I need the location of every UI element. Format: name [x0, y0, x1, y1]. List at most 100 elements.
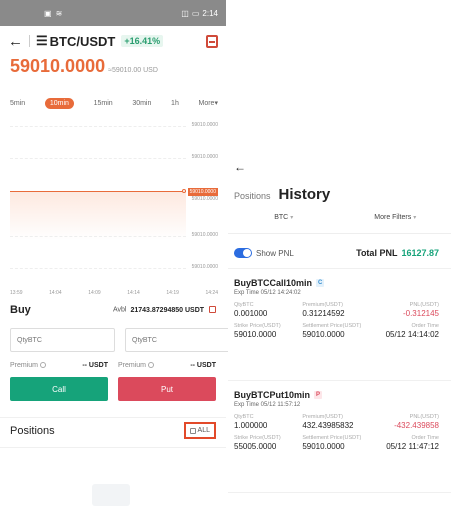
- info-icon[interactable]: [148, 362, 155, 369]
- more-filters[interactable]: More Filters ▾: [340, 214, 451, 233]
- price-chart[interactable]: 59010.0000 59010.0000 59010.0000 59010.0…: [0, 118, 226, 288]
- qty-value: 1.000000: [234, 421, 268, 430]
- contract-name: BuyBTCCall10min: [234, 278, 313, 288]
- strike-value: 55005.0000: [234, 442, 277, 451]
- history-tabs: Positions History: [234, 186, 330, 203]
- more-filters-label: More Filters: [374, 214, 412, 221]
- x-tick-label: 14:09: [88, 290, 101, 296]
- tab-10min[interactable]: 10min: [44, 97, 74, 109]
- put-qty-input[interactable]: [125, 328, 230, 352]
- settlement-label: Settlement Price(USDT): [302, 435, 362, 441]
- tab-30min[interactable]: 30min: [132, 100, 151, 107]
- status-time: 2:14: [202, 8, 218, 18]
- menu-icon: ☰: [36, 33, 48, 48]
- buy-row: Buy Avbl 21743.87294850 USDT: [0, 302, 226, 318]
- trade-screen: ▣ ≋ ◫ ▭ 2:14 ← ☰ BTC/USDT +16.41% 59010.…: [0, 0, 230, 506]
- back-arrow-icon[interactable]: ←: [8, 34, 23, 49]
- call-premium: Premium -- USDT: [10, 362, 114, 369]
- tab-more-label: More: [198, 100, 215, 107]
- avbl-value: 21743.87294850 USDT: [130, 306, 205, 314]
- call-qty-input[interactable]: [10, 328, 115, 352]
- premium-label: Premium: [118, 362, 147, 369]
- price-area-fill: [10, 192, 186, 240]
- checkbox-icon: [189, 427, 196, 434]
- premium-value: -- USDT: [190, 362, 216, 369]
- pair-selector[interactable]: ☰ BTC/USDT: [36, 33, 115, 49]
- transfer-icon[interactable]: [209, 306, 216, 314]
- available-balance: Avbl 21743.87294850 USDT: [112, 306, 216, 314]
- pnl-value: -432.439858: [394, 421, 439, 430]
- avbl-label: Avbl: [112, 306, 127, 314]
- change-badge: +16.41%: [121, 35, 164, 47]
- pnl-field: PNL(USDT) -432.439858: [371, 414, 439, 430]
- exp-time: Exp Time 05/12 14:24:02: [234, 290, 301, 296]
- divider: [228, 268, 451, 269]
- action-buttons: Call Put: [0, 377, 226, 401]
- chevron-down-icon: ▾: [214, 100, 218, 107]
- tab-more[interactable]: More▾: [199, 99, 218, 107]
- positions-empty-state: [0, 447, 226, 506]
- notification-icon: ▣: [44, 8, 52, 18]
- positions-header: Positions ALL: [0, 417, 226, 443]
- premium-label: Premium(USDT): [302, 302, 343, 308]
- divider: [29, 35, 30, 47]
- status-icons: ▣ ≋: [44, 9, 62, 18]
- pnl-label: PNL(USDT): [409, 414, 439, 420]
- y-tick-label: 59010.0000: [191, 196, 218, 202]
- wifi-icon: ≋: [55, 8, 63, 18]
- order-time-field: Order Time 05/12 11:47:12: [371, 435, 439, 451]
- gridline: [10, 158, 186, 159]
- order-history-icon[interactable]: [206, 34, 218, 48]
- y-tick-label: 59010.0000: [191, 122, 218, 128]
- pair-title: BTC/USDT: [49, 33, 116, 49]
- qty-label: QtyBTC: [234, 302, 254, 308]
- pnl-value: -0.312145: [402, 309, 439, 318]
- order-time-field: Order Time 05/12 14:14:02: [371, 323, 439, 339]
- all-label: ALL: [197, 427, 210, 434]
- strike-field: Strike Price(USDT) 59010.0000: [234, 323, 302, 339]
- qty-field: QtyBTC 0.001000: [234, 302, 302, 318]
- tab-positions[interactable]: Positions: [234, 191, 271, 201]
- history-card[interactable]: BuyBTCCall10min C Exp Time 05/12 14:24:0…: [234, 278, 439, 339]
- settlement-label: Settlement Price(USDT): [302, 323, 362, 329]
- tab-15min[interactable]: 15min: [94, 100, 113, 107]
- info-icon[interactable]: [40, 362, 47, 369]
- x-tick-label: 14:24: [205, 290, 218, 296]
- call-button[interactable]: Call: [10, 377, 108, 401]
- premium-label: Premium: [10, 362, 39, 369]
- settlement-field: Settlement Price(USDT) 59010.0000: [302, 435, 370, 451]
- x-axis: 13:59 14:04 14:09 14:14 14:19 14:24: [0, 290, 226, 296]
- caret-down-icon: ▾: [290, 215, 294, 221]
- back-arrow-icon[interactable]: ←: [234, 160, 246, 174]
- pnl-field: PNL(USDT) -0.312145: [371, 302, 439, 318]
- exp-time: Exp Time 05/12 11:57:12: [234, 402, 301, 408]
- history-card[interactable]: BuyBTCPut10min P Exp Time 05/12 11:57:12…: [234, 390, 439, 451]
- status-right: ◫ ▭ 2:14: [181, 9, 218, 18]
- all-button[interactable]: ALL: [183, 422, 216, 439]
- show-pnl-toggle[interactable]: [234, 248, 252, 258]
- card-title: BuyBTCCall10min C: [234, 278, 439, 288]
- caret-down-icon: ▾: [413, 215, 417, 221]
- strike-label: Strike Price(USDT): [234, 435, 281, 441]
- premium-value: 432.43985832: [302, 421, 354, 430]
- settlement-value: 59010.0000: [302, 442, 345, 451]
- tab-history[interactable]: History: [279, 186, 331, 203]
- put-button[interactable]: Put: [118, 377, 216, 401]
- history-screen: ← Positions History BTC ▾ More Filters ▾ S…: [228, 0, 451, 506]
- settlement-field: Settlement Price(USDT) 59010.0000: [302, 323, 370, 339]
- qty-value: 0.001000: [234, 309, 268, 318]
- gridline: [10, 126, 186, 127]
- show-pnl-label: Show PNL: [256, 248, 294, 258]
- premium-value: -- USDT: [82, 362, 108, 369]
- premium-field: Premium(USDT) 432.43985832: [302, 414, 370, 430]
- strike-label: Strike Price(USDT): [234, 323, 281, 329]
- tab-5min[interactable]: 5min: [10, 100, 25, 107]
- put-premium: Premium -- USDT: [114, 362, 216, 369]
- order-time-value: 05/12 14:14:02: [385, 330, 439, 339]
- coin-filter[interactable]: BTC ▾: [228, 214, 340, 233]
- pnl-label: PNL(USDT): [409, 302, 439, 308]
- y-tick-label: 59010.0000: [191, 264, 218, 270]
- pair-header: ← ☰ BTC/USDT +16.41%: [0, 26, 226, 56]
- tab-1h[interactable]: 1h: [171, 100, 179, 107]
- call-tag: C: [316, 279, 325, 287]
